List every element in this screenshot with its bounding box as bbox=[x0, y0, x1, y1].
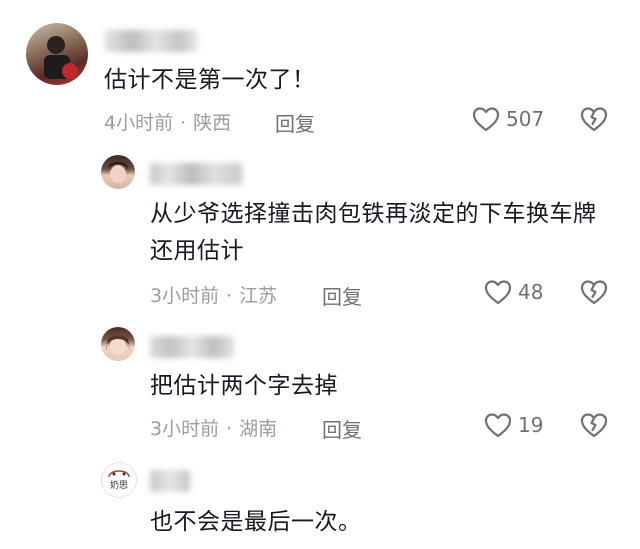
comment-text: 从少爷选择撞击肉包铁再淡定的下车换车牌 还用估计 bbox=[150, 201, 597, 264]
username[interactable] bbox=[150, 163, 242, 185]
dislike-button[interactable] bbox=[580, 412, 608, 438]
like-count: 19 bbox=[518, 413, 544, 437]
username[interactable] bbox=[150, 470, 190, 492]
comment-time: 4小时前 bbox=[104, 112, 174, 134]
like-button[interactable]: 19 bbox=[484, 412, 543, 438]
like-button[interactable]: 507 bbox=[472, 106, 544, 132]
heart-icon bbox=[484, 279, 512, 305]
like-count: 507 bbox=[506, 107, 545, 131]
avatar-image bbox=[44, 36, 78, 79]
comment-meta: 3小时前 · 江苏 bbox=[150, 281, 277, 308]
comment-location: 陕西 bbox=[193, 112, 232, 134]
broken-heart-icon bbox=[580, 279, 608, 305]
broken-heart-icon bbox=[580, 106, 608, 132]
comment-meta: 4小时前 · 陕西 bbox=[104, 108, 231, 135]
avatar[interactable] bbox=[101, 327, 135, 361]
avatar-image bbox=[105, 335, 131, 355]
avatar[interactable] bbox=[101, 155, 135, 189]
avatar[interactable]: 奶思 bbox=[101, 462, 137, 498]
meta-separator: · bbox=[226, 418, 233, 440]
comment-text: 估计不是第一次了！ bbox=[104, 67, 316, 93]
heart-icon bbox=[484, 412, 512, 438]
reply-button[interactable]: 回复 bbox=[322, 281, 362, 310]
avatar-text: 奶思 bbox=[109, 481, 128, 491]
avatar[interactable] bbox=[26, 23, 88, 85]
like-count: 48 bbox=[518, 280, 544, 304]
broken-heart-icon bbox=[580, 412, 608, 438]
like-button[interactable]: 48 bbox=[484, 279, 543, 305]
meta-separator: · bbox=[180, 112, 187, 134]
username[interactable] bbox=[150, 336, 234, 358]
heart-icon bbox=[472, 106, 500, 132]
comment-text: 把估计两个字去掉 bbox=[150, 373, 338, 399]
comment-location: 湖南 bbox=[239, 418, 278, 440]
comment-time: 3小时前 bbox=[150, 285, 220, 307]
comment-meta: 3小时前 · 湖南 bbox=[150, 414, 277, 441]
reply-button[interactable]: 回复 bbox=[322, 414, 362, 443]
dislike-button[interactable] bbox=[580, 279, 608, 305]
reply-button[interactable]: 回复 bbox=[275, 108, 315, 137]
meta-separator: · bbox=[226, 285, 233, 307]
comment-time: 3小时前 bbox=[150, 418, 220, 440]
comment-location: 江苏 bbox=[239, 285, 278, 307]
comment-text: 也不会是最后一次。 bbox=[150, 509, 362, 535]
avatar-image bbox=[107, 162, 129, 183]
dislike-button[interactable] bbox=[580, 106, 608, 132]
username[interactable] bbox=[104, 30, 198, 52]
